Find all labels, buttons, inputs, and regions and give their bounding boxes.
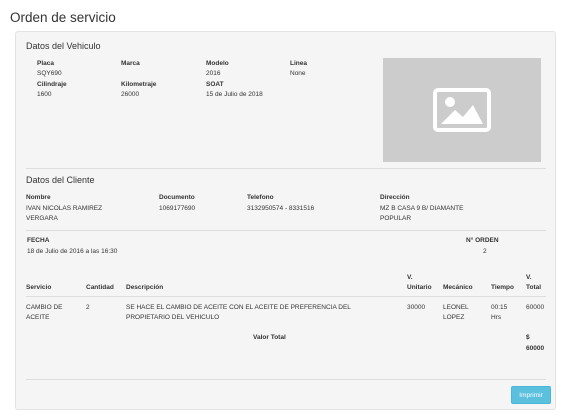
divider bbox=[26, 230, 546, 231]
documento-label: Documento bbox=[159, 194, 195, 201]
valor-total-label: Valor Total bbox=[253, 334, 286, 341]
cell-total: 60000 bbox=[526, 304, 545, 311]
soat-value: 15 de Julio de 2018 bbox=[206, 91, 263, 98]
valor-total-currency: $ bbox=[526, 334, 530, 341]
valor-total-value: 60000 bbox=[526, 345, 545, 352]
kilometraje-label: Kilometraje bbox=[121, 81, 157, 88]
fecha-value: 18 de Julio de 2016 a las 16:30 bbox=[27, 248, 118, 255]
orden-value: 2 bbox=[483, 248, 487, 255]
telefono-value: 3132950574 - 8331516 bbox=[247, 205, 315, 212]
vehicle-photo-placeholder bbox=[383, 58, 541, 162]
cell-tiempo-line1: 00:15 bbox=[491, 304, 508, 311]
page-title: Orden de servicio bbox=[10, 10, 116, 25]
client-section-title: Datos del Cliente bbox=[26, 175, 95, 185]
image-placeholder-icon bbox=[433, 88, 491, 132]
table-header-divider bbox=[26, 296, 546, 297]
marca-label: Marca bbox=[121, 60, 140, 67]
cell-tiempo-line2: Hrs bbox=[491, 314, 502, 321]
cell-cantidad: 2 bbox=[86, 304, 90, 311]
cell-servicio-line1: CAMBIO DE bbox=[26, 304, 63, 311]
col-header-servicio: Servicio bbox=[26, 284, 52, 291]
documento-value: 1069177690 bbox=[159, 205, 196, 212]
cell-descripcion-line1: SE HACE EL CAMBIO DE ACEITE CON EL ACEIT… bbox=[126, 304, 351, 311]
nombre-value-line1: IVAN NICOLAS RAMIREZ bbox=[26, 205, 103, 212]
cell-mecanico-line1: LEONEL bbox=[443, 304, 469, 311]
cell-unitario: 30000 bbox=[407, 304, 426, 311]
col-header-cantidad: Cantidad bbox=[86, 284, 114, 291]
nombre-label: Nombre bbox=[26, 194, 51, 201]
fecha-label: FECHA bbox=[27, 237, 50, 244]
col-header-unitario-line2: Unitario bbox=[407, 284, 432, 291]
cell-servicio-line2: ACEITE bbox=[26, 314, 50, 321]
cell-descripcion-line2: PROPIETARIO DEL VEHICULO bbox=[126, 314, 220, 321]
cell-mecanico-line2: LOPEZ bbox=[443, 314, 465, 321]
service-order-panel: Datos del Vehiculo Placa SQY690 Marca Mo… bbox=[15, 31, 556, 410]
kilometraje-value: 26000 bbox=[121, 91, 140, 98]
cilindraje-value: 1600 bbox=[37, 91, 52, 98]
col-header-total-line1: V. bbox=[526, 274, 532, 281]
linea-label: Linea bbox=[290, 60, 307, 67]
divider bbox=[26, 379, 546, 380]
direccion-value-line2: POPULAR bbox=[380, 215, 412, 222]
print-button[interactable]: Imprimir bbox=[511, 386, 551, 404]
linea-value: None bbox=[290, 70, 306, 77]
placa-value: SQY690 bbox=[37, 70, 62, 77]
col-header-mecanico: Mecánico bbox=[443, 284, 473, 291]
cilindraje-label: Cilindraje bbox=[37, 81, 67, 88]
vehicle-section-title: Datos del Vehiculo bbox=[26, 41, 101, 51]
direccion-label: Dirección bbox=[380, 194, 410, 201]
telefono-label: Telefono bbox=[247, 194, 274, 201]
orden-label: N° ORDEN bbox=[466, 237, 499, 244]
col-header-total-line2: Total bbox=[526, 284, 542, 291]
col-header-unitario-line1: V. bbox=[407, 274, 413, 281]
placa-label: Placa bbox=[37, 60, 54, 67]
nombre-value-line2: VERGARA bbox=[26, 215, 58, 222]
divider bbox=[26, 168, 546, 169]
col-header-descripcion: Descripción bbox=[126, 284, 164, 291]
modelo-value: 2016 bbox=[206, 70, 221, 77]
direccion-value-line1: MZ B CASA 9 B/ DIAMANTE bbox=[380, 205, 464, 212]
col-header-tiempo: Tiempo bbox=[491, 284, 514, 291]
soat-label: SOAT bbox=[206, 81, 224, 88]
modelo-label: Modelo bbox=[206, 60, 229, 67]
